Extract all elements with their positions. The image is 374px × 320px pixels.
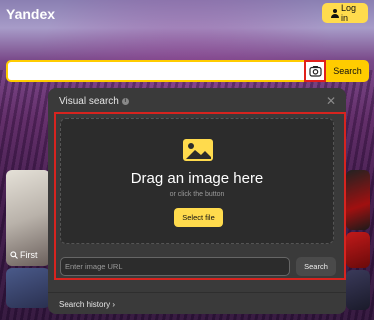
first-label-text: First [20, 250, 38, 260]
close-icon[interactable]: ✕ [326, 95, 336, 107]
camera-icon [308, 65, 322, 77]
visual-search-title: Visual search i [59, 96, 129, 107]
login-button[interactable]: Log in [322, 3, 368, 23]
image-tile[interactable] [6, 268, 50, 308]
search-icon [10, 251, 18, 259]
user-icon [330, 8, 339, 18]
camera-search-button[interactable] [304, 60, 326, 82]
chevron-right-icon: › [112, 300, 116, 309]
image-tile[interactable] [346, 232, 370, 268]
image-tile[interactable] [346, 170, 370, 230]
search-button[interactable]: Search [326, 60, 369, 82]
search-input[interactable] [6, 60, 304, 82]
image-tile[interactable] [346, 270, 370, 310]
first-label: First [10, 250, 38, 260]
image-tile[interactable]: First [6, 170, 50, 266]
highlight-frame [54, 112, 346, 280]
login-label: Log in [340, 3, 357, 23]
search-history-link[interactable]: Search history › [59, 300, 115, 309]
info-icon[interactable]: i [121, 98, 129, 105]
divider [48, 292, 346, 293]
search-history-label: Search history [59, 300, 111, 309]
yandex-logo[interactable]: Yandex [6, 6, 55, 22]
visual-search-title-text: Visual search [59, 96, 119, 107]
